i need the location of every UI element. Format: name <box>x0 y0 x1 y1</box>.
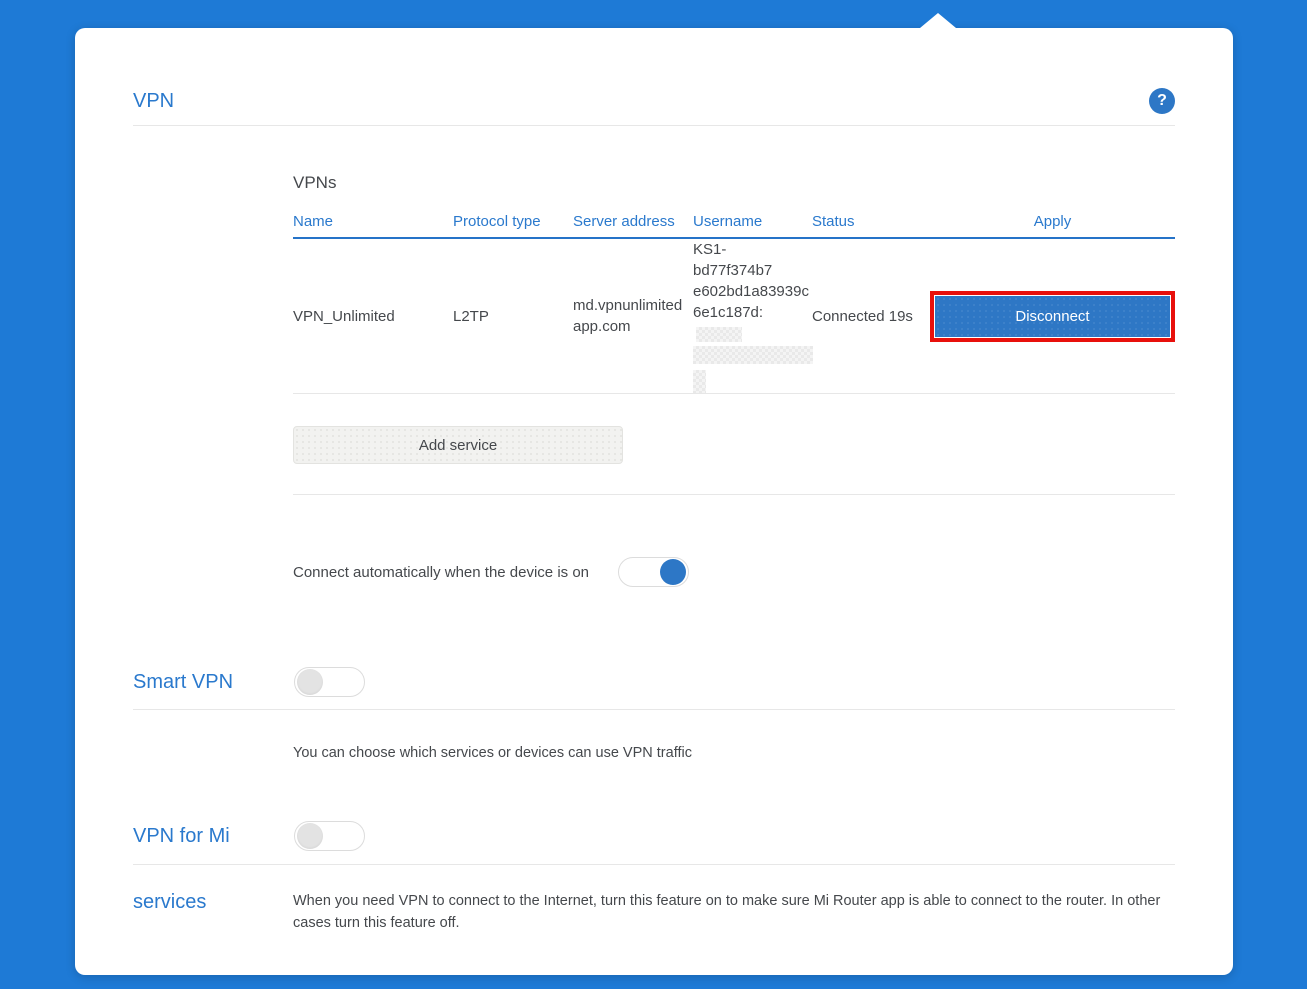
username-line: e602bd1a83939c <box>693 283 809 300</box>
auto-connect-label: Connect automatically when the device is… <box>293 563 590 581</box>
column-header-server: Server address <box>573 213 675 230</box>
settings-panel: VPN ? VPNs Name Protocol type Server add… <box>75 13 1233 975</box>
column-header-status: Status <box>812 213 855 230</box>
section-divider <box>293 494 1175 495</box>
server-address-cell: md.vpnunlimitedapp.com <box>573 297 683 335</box>
header-divider <box>133 125 1175 126</box>
vpn-for-mi-row: VPN for Mi <box>133 821 1175 851</box>
username-line: KS1-bd77f374b7 <box>693 241 773 279</box>
section-divider <box>133 709 1175 710</box>
vpns-section-heading: VPNs <box>293 173 337 192</box>
auto-connect-toggle[interactable] <box>618 557 690 587</box>
redacted-block <box>696 326 742 342</box>
vpn-for-mi-toggle[interactable] <box>294 821 365 851</box>
toggle-knob <box>297 669 323 695</box>
redacted-block <box>693 346 813 364</box>
status-cell: Connected 19s <box>812 307 913 325</box>
panel-header: VPN ? <box>133 87 1175 115</box>
smart-vpn-description: You can choose which services or devices… <box>293 745 692 761</box>
username-line: 6e1c187d: <box>693 302 804 344</box>
vpn-for-mi-label: VPN for Mi <box>133 824 230 847</box>
protocol-cell: L2TP <box>453 307 489 325</box>
highlight-annotation: Disconnect <box>930 290 1175 342</box>
redacted-block <box>693 370 706 393</box>
smart-vpn-label: Smart VPN <box>133 670 234 693</box>
column-header-protocol: Protocol type <box>453 213 541 230</box>
toggle-knob <box>297 823 323 849</box>
column-header-username: Username <box>693 213 763 230</box>
table-row: VPN_Unlimited L2TP md.vpnunlimitedapp.co… <box>293 239 1175 394</box>
smart-vpn-toggle[interactable] <box>294 667 365 697</box>
disconnect-button[interactable]: Disconnect <box>935 295 1170 337</box>
vpn-table: Name Protocol type Server address Userna… <box>293 213 1175 394</box>
apply-cell: Disconnect <box>930 290 1175 342</box>
column-header-apply: Apply <box>1033 213 1072 230</box>
help-icon[interactable]: ? <box>1149 88 1175 114</box>
add-service-button[interactable]: Add service <box>293 426 623 464</box>
auto-connect-row: Connect automatically when the device is… <box>293 557 1175 587</box>
vpn-for-mi-label-line2: services <box>133 891 207 913</box>
card-pointer-notch <box>920 13 956 28</box>
vpn-table-header-row: Name Protocol type Server address Userna… <box>293 213 1175 239</box>
vpn-name-cell: VPN_Unlimited <box>293 307 395 325</box>
vpn-for-mi-description: When you need VPN to connect to the Inte… <box>293 893 1161 931</box>
vpn-for-mi-services-row: services When you need VPN to connect to… <box>133 891 1175 934</box>
smart-vpn-row: Smart VPN <box>133 667 1175 697</box>
column-header-name: Name <box>293 213 334 230</box>
username-cell: KS1-bd77f374b7 e602bd1a83939c 6e1c187d: <box>693 239 813 393</box>
section-divider <box>133 864 1175 865</box>
page-title: VPN <box>133 89 175 112</box>
toggle-knob <box>660 559 687 585</box>
